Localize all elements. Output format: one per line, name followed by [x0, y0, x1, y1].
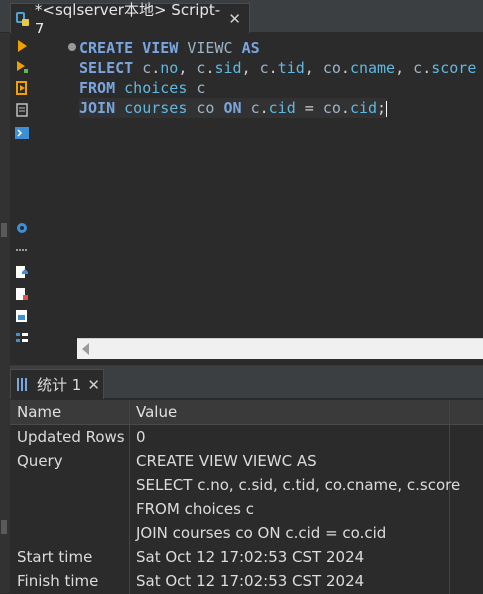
sql-script-icon — [15, 11, 29, 26]
settings-gear-icon[interactable] — [15, 221, 29, 235]
editor-tab-bar: *<sqlserver本地> Script-7 ✕ — [0, 0, 483, 38]
fold-marker-icon[interactable] — [68, 43, 76, 51]
close-icon[interactable]: ✕ — [87, 376, 100, 394]
code-line-1: CREATE VIEW VIEWC AS — [79, 39, 260, 57]
execute-in-new-tab-icon[interactable] — [15, 60, 29, 74]
code-line-2: SELECT c.no, c.sid, c.tid, co.cname, c.s… — [79, 59, 477, 77]
editor-toolbar — [10, 33, 35, 363]
code-line-4: JOIN courses co ON c.cid = co.cid; — [79, 98, 388, 118]
outline-icon[interactable] — [15, 331, 29, 345]
row-name-cell — [10, 473, 17, 497]
editor-horizontal-scrollbar[interactable] — [77, 338, 483, 359]
scroll-left-arrow-icon[interactable] — [82, 343, 89, 355]
statistics-grid-icon — [17, 378, 29, 391]
results-tab-title: 统计 1 — [37, 376, 82, 394]
column-header-name[interactable]: Name — [10, 400, 129, 424]
table-row[interactable]: Finish time Sat Oct 12 17:02:53 CST 2024 — [10, 569, 483, 593]
more-dots-icon[interactable] — [15, 243, 29, 257]
execute-script-icon[interactable] — [15, 81, 29, 95]
load-script-icon[interactable] — [15, 309, 29, 323]
sql-editor[interactable]: CREATE VIEW VIEWC AS SELECT c.no, c.sid,… — [36, 33, 483, 363]
row-name-cell: Updated Rows — [17, 428, 125, 446]
table-row[interactable]: Start time Sat Oct 12 17:02:53 CST 2024 — [10, 545, 483, 569]
explain-plan-icon[interactable] — [15, 103, 29, 117]
row-name-cell — [10, 521, 17, 545]
strip-marker — [1, 223, 7, 237]
tab-statistics-1[interactable]: 统计 1 ✕ — [10, 369, 104, 399]
row-value-cell: 0 — [136, 428, 146, 446]
tab-script-7[interactable]: *<sqlserver本地> Script-7 ✕ — [10, 1, 250, 38]
column-header-value[interactable]: Value — [129, 400, 449, 424]
left-side-strip — [0, 33, 10, 593]
text-caret — [386, 100, 388, 117]
row-value-cell: CREATE VIEW VIEWC AS — [136, 452, 317, 470]
row-value-cell: Sat Oct 12 17:02:53 CST 2024 — [136, 548, 365, 566]
row-name-cell — [10, 497, 17, 521]
row-value-cell: JOIN courses co ON c.cid = co.cid — [136, 524, 387, 542]
close-icon[interactable]: ✕ — [228, 10, 241, 28]
row-name-cell: Query — [17, 452, 63, 470]
results-panel: 统计 1 ✕ Name Value Updated Rows 0 Query C… — [10, 365, 483, 594]
results-tab-bar: 统计 1 ✕ — [10, 366, 483, 399]
open-console-icon[interactable] — [15, 126, 29, 140]
clear-results-icon[interactable] — [15, 287, 29, 301]
execute-statement-icon[interactable] — [15, 39, 29, 53]
export-icon[interactable] — [15, 265, 29, 279]
grid-header: Name Value — [10, 400, 483, 425]
code-line-3: FROM choices c — [79, 79, 206, 97]
strip-marker — [1, 520, 7, 534]
row-value-cell: SELECT c.no, c.sid, c.tid, co.cname, c.s… — [136, 476, 461, 494]
table-row[interactable]: Updated Rows 0 — [10, 425, 483, 449]
row-value-cell: FROM choices c — [136, 500, 254, 518]
row-name-cell: Start time — [17, 548, 93, 566]
statistics-grid: Name Value Updated Rows 0 Query CREATE V… — [10, 400, 483, 594]
table-row[interactable]: JOIN courses co ON c.cid = co.cid — [10, 521, 483, 545]
table-row[interactable]: FROM choices c — [10, 497, 483, 521]
row-name-cell: Finish time — [17, 572, 99, 590]
table-row[interactable]: SELECT c.no, c.sid, c.tid, co.cname, c.s… — [10, 473, 483, 497]
row-value-cell: Sat Oct 12 17:02:53 CST 2024 — [136, 572, 365, 590]
table-row[interactable]: Query CREATE VIEW VIEWC AS — [10, 449, 483, 473]
